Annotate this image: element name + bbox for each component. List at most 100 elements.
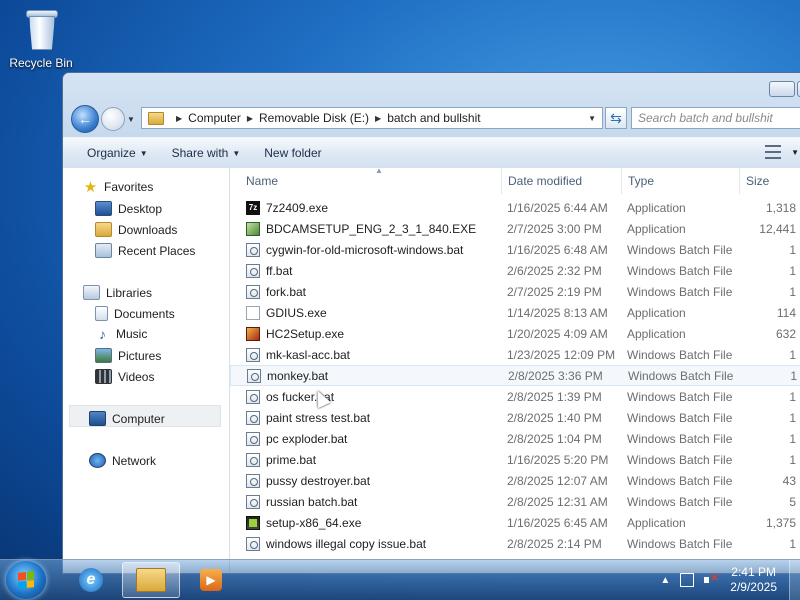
nav-favorites[interactable]: ★ Favorites [83,180,154,195]
taskbar-media-player[interactable]: ▶ [184,562,238,598]
search-box[interactable] [631,107,800,129]
nav-music[interactable]: ♪ Music [95,327,147,342]
column-header-size[interactable]: Size [740,168,800,194]
file-date-modified: 1/20/2025 4:09 AM [507,326,608,341]
nav-pictures[interactable]: Pictures [95,348,161,363]
search-input[interactable] [632,108,800,128]
file-date-modified: 2/7/2025 3:00 PM [507,221,602,236]
recent-pages-dropdown[interactable]: ▼ [127,115,135,124]
file-row[interactable]: HC2Setup.exe 1/20/2025 4:09 AM Application… [230,323,800,344]
column-header-type[interactable]: Type [622,168,740,194]
file-size: 632 [775,326,796,341]
taskbar-windows-explorer[interactable] [122,562,180,598]
nav-videos[interactable]: Videos [95,369,154,384]
breadcrumb-current-folder[interactable]: batch and bullshit [387,111,480,125]
file-row[interactable]: russian batch.bat 2/8/2025 12:31 AM Window… [230,491,800,512]
recycle-bin-label: Recycle Bin [9,56,73,70]
file-type: Application [627,221,686,236]
nav-downloads[interactable]: Downloads [95,222,177,237]
share-with-button[interactable]: Share with ▼ [172,146,241,160]
back-arrow-icon: ← [78,111,92,127]
file-name-cell: russian batch.bat [246,494,357,509]
recent-places-icon [95,243,112,258]
breadcrumb-computer[interactable]: Computer [188,111,241,125]
file-name: fork.bat [266,284,307,299]
nav-label: Pictures [118,348,162,363]
file-type: Windows Batch File [627,242,733,257]
file-row[interactable]: pussy destroyer.bat 2/8/2025 12:07 AM Wind… [230,470,800,491]
file-type: Windows Batch File [627,284,733,299]
organize-button[interactable]: Organize ▼ [87,146,148,160]
chevron-right-icon[interactable]: ▶ [176,114,182,123]
folder-icon [148,111,164,125]
file-date-modified: 2/8/2025 1:40 PM [507,410,602,425]
column-header-name[interactable]: ▲ Name [240,166,502,194]
show-desktop-button[interactable] [789,560,800,600]
chevron-down-icon[interactable]: ▼ [791,148,799,157]
batch-file-icon [246,410,260,425]
file-row[interactable]: 7z 7z2409.exe 1/16/2025 6:44 AM Application… [230,197,800,218]
address-bar[interactable]: ▶ Computer ▶ Removable Disk (E:) ▶ batch… [141,107,603,129]
file-row[interactable]: cygwin-for-old-microsoft-windows.bat 1/16… [230,239,800,260]
file-row[interactable]: fork.bat 2/7/2025 2:19 PM Windows Batch Fi… [230,281,800,302]
media-player-icon: ▶ [200,569,222,591]
recycle-bin-desktop-icon[interactable]: Recycle Bin [6,6,76,70]
file-row[interactable]: paint stress test.bat 2/8/2025 1:40 PM Win… [230,407,800,428]
file-size: 1 [789,347,796,362]
file-type: Windows Batch File [627,410,733,425]
view-options-icon[interactable] [765,145,782,159]
batch-file-icon [246,452,260,467]
column-header-date-modified[interactable]: Date modified [502,168,622,194]
nav-documents[interactable]: Documents [95,306,175,321]
volume-muted-icon[interactable] [704,573,719,586]
file-row[interactable]: setup-x86_64.exe 1/16/2025 6:45 AM Applica… [230,512,800,533]
breadcrumb-removable-disk[interactable]: Removable Disk (E:) [259,111,369,125]
forward-button[interactable] [101,107,125,131]
file-name: monkey.bat [267,368,329,383]
nav-network[interactable]: Network [89,453,156,468]
file-row[interactable]: ff.bat 2/6/2025 2:32 PM Windows Batch File… [230,260,800,281]
minimize-button[interactable] [769,81,795,97]
nav-label: Downloads [118,222,178,237]
file-type: Windows Batch File [627,389,733,404]
file-date-modified: 1/16/2025 6:44 AM [507,200,608,215]
file-name-cell: paint stress test.bat [246,410,370,425]
taskbar-internet-explorer[interactable]: e [64,562,118,598]
file-row[interactable]: pc exploder.bat 2/8/2025 1:04 PM Windows B… [230,428,800,449]
file-row[interactable]: GDIUS.exe 1/14/2025 8:13 AM Application 114 [230,302,800,323]
file-row[interactable]: BDCAMSETUP_ENG_2_3_1_840.EXE 2/7/2025 3:0… [230,218,800,239]
file-name-cell: fork.bat [246,284,307,299]
back-button[interactable]: ← [71,105,99,133]
file-type: Windows Batch File [627,494,733,509]
refresh-button[interactable]: ⇆ [605,107,627,129]
file-name: GDIUS.exe [266,305,327,320]
start-button[interactable] [6,561,46,599]
file-row[interactable]: prime.bat 1/16/2025 5:20 PM Windows Batch … [230,449,800,470]
file-name-cell: mk-kasl-acc.bat [246,347,350,362]
hc2-setup-icon [246,326,260,341]
file-row[interactable]: monkey.bat 2/8/2025 3:36 PM Windows Batch … [230,365,800,386]
nav-recent-places[interactable]: Recent Places [95,243,195,258]
file-size: 1,375 [765,515,796,530]
chevron-right-icon[interactable]: ▶ [375,114,381,123]
nav-desktop[interactable]: Desktop [95,201,162,216]
file-size: 1 [789,263,796,278]
file-date-modified: 2/6/2025 2:32 PM [507,263,602,278]
file-date-modified: 2/8/2025 3:36 PM [508,368,603,383]
address-row: ← ▼ ▶ Computer ▶ Removable Disk (E:) ▶ b… [71,103,800,135]
nav-libraries[interactable]: Libraries [83,285,152,300]
clock[interactable]: 2:41 PM 2/9/2025 [730,565,777,595]
nav-label: Videos [118,369,155,384]
file-row[interactable]: windows illegal copy issue.bat 2/8/2025 2… [230,533,800,554]
file-name: HC2Setup.exe [266,326,345,341]
file-row[interactable]: mk-kasl-acc.bat 1/23/2025 12:09 PM Windows… [230,344,800,365]
show-hidden-icons-icon[interactable]: ▲ [660,575,670,586]
nav-label: Computer [112,411,165,426]
clock-date: 2/9/2025 [730,580,777,594]
chevron-down-icon[interactable]: ▼ [588,114,596,123]
file-date-modified: 2/7/2025 2:19 PM [507,284,602,299]
nav-computer[interactable]: Computer [89,411,165,426]
new-folder-button[interactable]: New folder [264,146,321,160]
network-status-icon[interactable] [680,573,695,587]
chevron-right-icon[interactable]: ▶ [247,114,253,123]
